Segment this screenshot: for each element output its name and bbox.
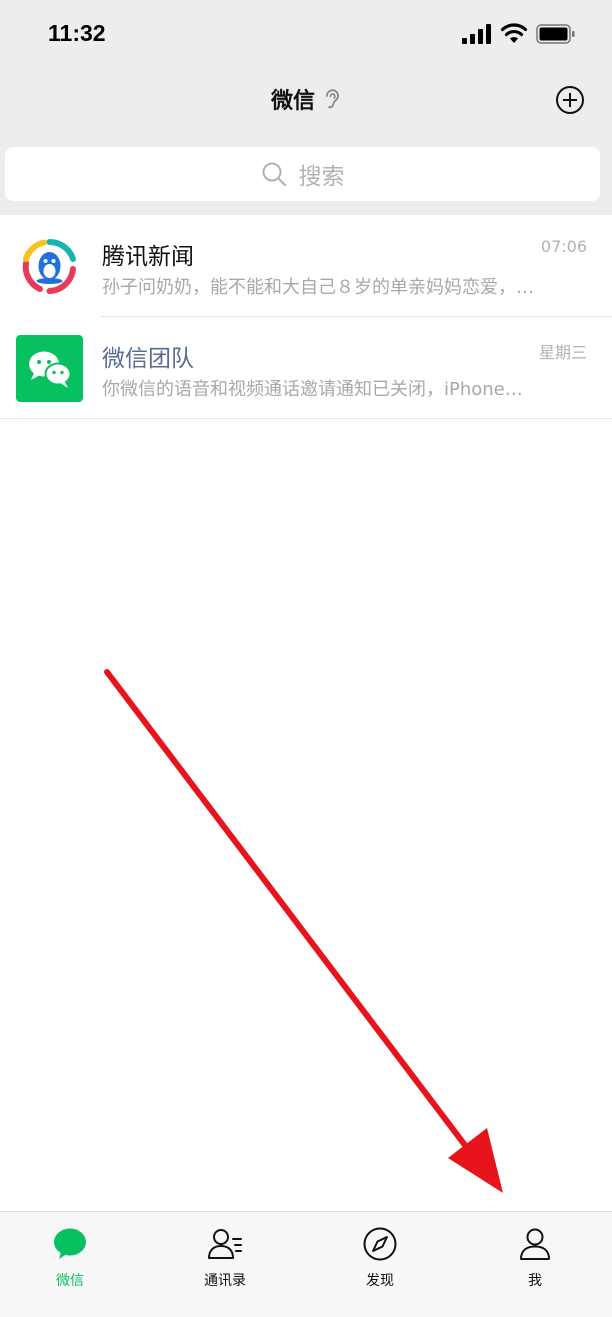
ear-icon xyxy=(326,89,339,109)
chat-name: 腾讯新闻 xyxy=(102,244,194,270)
chat-list: 腾讯新闻 07:06 孙子问奶奶，能不能和大自己８岁的单亲妈妈恋爱，… 微信团队… xyxy=(0,215,612,419)
chat-item-tencent-news[interactable]: 腾讯新闻 07:06 孙子问奶奶，能不能和大自己８岁的单亲妈妈恋爱，… xyxy=(0,215,612,317)
tencent-news-avatar xyxy=(16,233,83,300)
chat-name: 微信团队 xyxy=(102,346,194,372)
nav-title-wrap: 微信 xyxy=(0,83,612,115)
tab-label: 微信 xyxy=(56,1273,84,1289)
chat-item-wechat-team[interactable]: 微信团队 星期三 你微信的语音和视频通话邀请通知已关闭，iPhone… xyxy=(0,317,612,419)
search-icon xyxy=(262,162,286,187)
search-placeholder: 搜索 xyxy=(298,164,345,190)
contacts-icon xyxy=(208,1229,242,1259)
tencent-news-logo-icon xyxy=(16,233,83,300)
search-input[interactable]: 搜索 xyxy=(5,147,600,201)
tab-label: 发现 xyxy=(366,1273,394,1289)
signal-icon xyxy=(462,24,491,44)
tab-discover[interactable]: 发现 xyxy=(330,1226,430,1296)
add-button[interactable] xyxy=(555,85,585,115)
tab-label: 通讯录 xyxy=(204,1273,246,1289)
person-icon xyxy=(520,1228,550,1260)
chat-preview: 孙子问奶奶，能不能和大自己８岁的单亲妈妈恋爱，… xyxy=(102,277,534,298)
chat-time: 07:06 xyxy=(540,237,587,256)
chat-preview: 你微信的语音和视频通话邀请通知已关闭，iPhone… xyxy=(102,379,523,400)
nav-bar: 微信 xyxy=(0,66,612,132)
page-title: 微信 xyxy=(270,89,315,114)
tab-contacts[interactable]: 通讯录 xyxy=(175,1226,275,1296)
compass-icon xyxy=(363,1227,397,1261)
wechat-logo-icon xyxy=(16,335,83,402)
status-bar: 11:32 xyxy=(0,0,612,66)
chat-time: 星期三 xyxy=(538,343,587,362)
battery-icon xyxy=(536,24,575,44)
divider xyxy=(0,418,612,419)
nav-title-inner: 微信 xyxy=(271,83,341,115)
status-icons xyxy=(462,22,582,46)
tab-bar: 微信 通讯录 发现 我 xyxy=(0,1211,612,1317)
status-time: 11:32 xyxy=(48,20,106,46)
chat-bubble-icon xyxy=(54,1228,86,1259)
wifi-icon xyxy=(500,23,528,43)
tab-label: 我 xyxy=(528,1273,542,1289)
tab-me[interactable]: 我 xyxy=(485,1226,585,1296)
tab-chats[interactable]: 微信 xyxy=(20,1226,120,1296)
wechat-team-avatar xyxy=(16,335,83,402)
